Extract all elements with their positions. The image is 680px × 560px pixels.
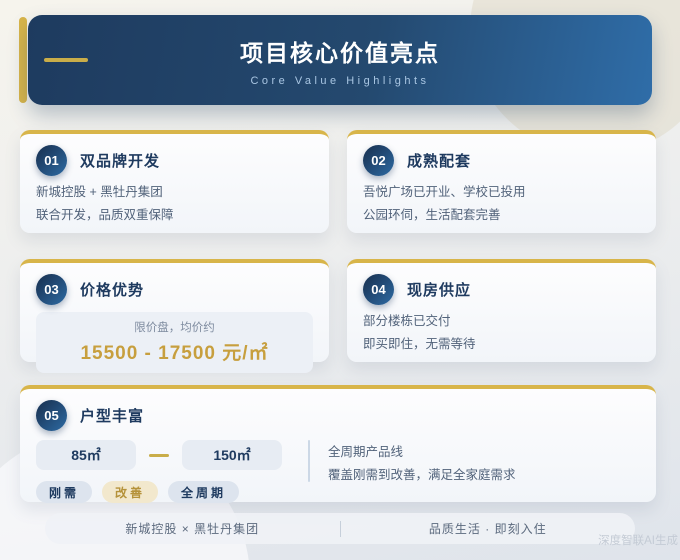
card-text-line: 联合开发，品质双重保障: [36, 208, 174, 223]
card-text-line: 公园环伺，生活配套完善: [363, 208, 501, 223]
card-price-advantage: 03 价格优势 限价盘，均价约 15500 - 17500 元/㎡: [20, 259, 329, 373]
card-title: 现房供应: [407, 282, 472, 299]
header-banner: 项目核心价值亮点 Core Value Highlights: [28, 15, 652, 105]
area-min-box: 85㎡: [36, 440, 136, 470]
card-header: 03 价格优势: [36, 274, 313, 305]
card-ready-homes: 04 现房供应 部分楼栋已交付 即买即住，无需等待: [347, 259, 656, 362]
header: 项目核心价值亮点 Core Value Highlights: [19, 15, 652, 105]
card-title: 成熟配套: [407, 153, 472, 170]
card-header: 05 户型丰富: [36, 400, 640, 431]
card-floorplan-variety: 05 户型丰富 85㎡ 150㎡ 刚需 改善 全周期 全周期产品线 覆盖刚需到改…: [20, 385, 656, 503]
price-label: 限价盘，均价约: [134, 322, 215, 334]
card-body: 新城控股 + 黑牡丹集团 联合开发，品质双重保障: [36, 181, 313, 227]
card-text-line: 即买即住，无需等待: [363, 337, 476, 352]
page: 项目核心价值亮点 Core Value Highlights 01 双品牌开发 …: [0, 0, 680, 560]
range-dash: [149, 453, 169, 457]
header-gold-accent-bar: [19, 17, 27, 103]
card-body: 85㎡ 150㎡ 刚需 改善 全周期 全周期产品线 覆盖刚需到改善，满足全家庭需…: [36, 440, 640, 503]
page-subtitle: Core Value Highlights: [250, 75, 430, 87]
card-text-block: 全周期产品线 覆盖刚需到改善，满足全家庭需求: [328, 440, 516, 486]
vertical-divider: [308, 440, 310, 482]
card-mature-amenities: 02 成熟配套 吾悦广场已开业、学校已投用 公园环伺，生活配套完善: [347, 130, 656, 233]
ai-watermark: 深度智联AI生成: [598, 535, 678, 547]
tags-row: 刚需 改善 全周期: [36, 481, 282, 503]
area-range-and-tags: 85㎡ 150㎡ 刚需 改善 全周期: [36, 440, 282, 503]
card-text-line: 部分楼栋已交付: [363, 314, 451, 328]
number-badge: 04: [363, 274, 394, 305]
card-title: 价格优势: [80, 282, 145, 299]
tag-full-cycle: 全周期: [168, 481, 240, 503]
card-header: 02 成熟配套: [363, 145, 640, 176]
footer-bar: 新城控股 × 黑牡丹集团 品质生活 · 即刻入住: [45, 513, 635, 544]
card-header: 01 双品牌开发: [36, 145, 313, 176]
area-range-row: 85㎡ 150㎡: [36, 440, 282, 470]
tag-rigid-demand: 刚需: [36, 481, 93, 503]
number-badge: 03: [36, 274, 67, 305]
number-badge: 02: [363, 145, 394, 176]
number-badge: 01: [36, 145, 67, 176]
card-title: 户型丰富: [80, 408, 145, 425]
price-value: 15500 - 17500 元/㎡: [80, 343, 269, 364]
footer-slogan: 品质生活 · 即刻入住: [428, 522, 547, 536]
card-dual-brand: 01 双品牌开发 新城控股 + 黑牡丹集团 联合开发，品质双重保障: [20, 130, 329, 233]
card-body: 吾悦广场已开业、学校已投用 公园环伺，生活配套完善: [363, 181, 640, 227]
footer-developers: 新城控股 × 黑牡丹集团: [125, 522, 260, 536]
card-text-line: 全周期产品线: [328, 445, 404, 459]
card-text-line: 吾悦广场已开业、学校已投用: [363, 185, 526, 199]
area-max-box: 150㎡: [182, 440, 282, 470]
card-header: 04 现房供应: [363, 274, 640, 305]
card-text-line: 新城控股 + 黑牡丹集团: [36, 185, 163, 199]
header-gold-dash: [44, 58, 88, 62]
page-title: 项目核心价值亮点: [240, 40, 440, 66]
number-badge: 05: [36, 400, 67, 431]
tag-upgrade: 改善: [102, 481, 159, 503]
card-text-line: 覆盖刚需到改善，满足全家庭需求: [328, 467, 516, 482]
card-title: 双品牌开发: [80, 153, 161, 170]
card-body: 部分楼栋已交付 即买即住，无需等待: [363, 310, 640, 356]
price-box: 限价盘，均价约 15500 - 17500 元/㎡: [36, 312, 313, 373]
